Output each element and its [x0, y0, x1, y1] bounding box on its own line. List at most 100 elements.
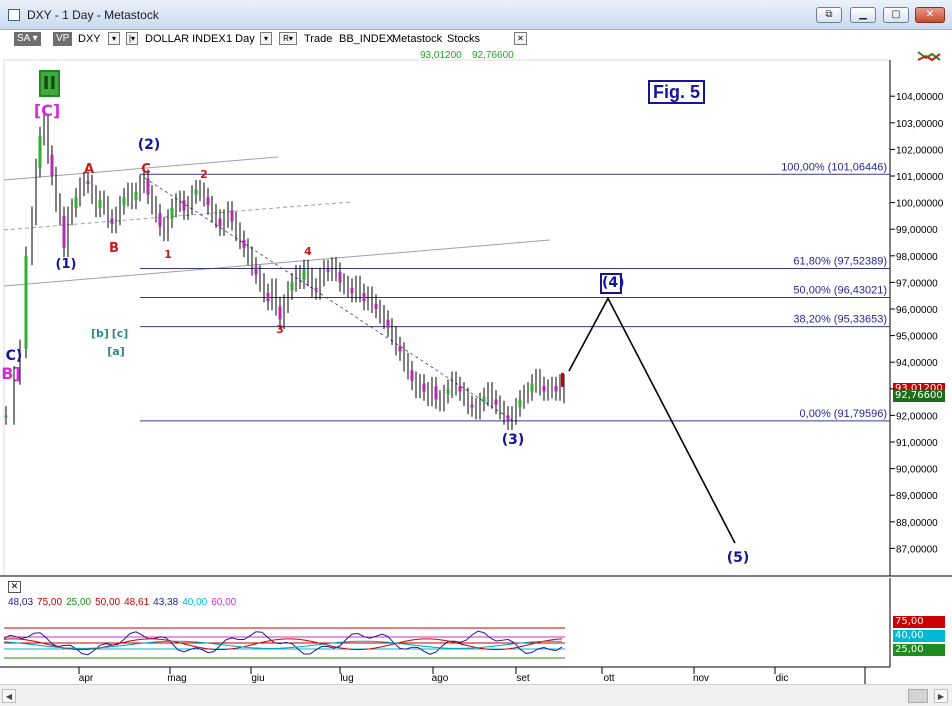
scroll-right-icon[interactable]: ▶ [934, 689, 948, 703]
y-tick-label: 96,00000 [896, 305, 938, 316]
fib-label: 61,80% (97,52389) [793, 255, 887, 267]
fib-label: 50,00% (96,43021) [793, 285, 887, 297]
wave-label: A [84, 162, 94, 177]
indicator-legend-value: 43,38 [153, 597, 179, 608]
oscillator-smooth-line [3, 640, 563, 649]
candle-body [74, 197, 78, 208]
candle-body [170, 207, 174, 219]
wave-label: 1 [164, 248, 172, 261]
wave-4-text: (4) [602, 275, 625, 291]
x-tick-label: set [516, 673, 530, 684]
indicator-legend-value: 48,03 [8, 597, 34, 608]
candle-body [242, 239, 246, 248]
wave-label: [c] [112, 327, 129, 340]
y-tick-label: 103,00000 [896, 119, 944, 130]
candle-body [194, 189, 198, 195]
indicator-close-icon[interactable]: ✕ [8, 581, 21, 593]
scroll-left-icon[interactable]: ◀ [2, 689, 16, 703]
candle-body [182, 199, 186, 211]
indicator-legend-value: 75,00 [37, 597, 63, 608]
candle-body [422, 383, 426, 392]
indicator-legend-value: 25,00 [66, 597, 92, 608]
wave-II-label: II [39, 70, 60, 97]
candle-body [290, 282, 294, 291]
indicator-legend-value: 40,00 [182, 597, 208, 608]
candle-body [326, 269, 330, 272]
wave-label: (5) [727, 550, 750, 566]
candle-body [302, 269, 306, 280]
wave-label: 3 [276, 323, 284, 336]
wave-label: [b] [91, 327, 109, 340]
scroll-thumb[interactable] [908, 689, 928, 703]
candle-body [398, 346, 402, 352]
candle-body [458, 386, 462, 392]
y-tick-label: 98,00000 [896, 252, 938, 263]
y-tick-label: 91,00000 [896, 438, 938, 449]
candle-body [386, 319, 390, 328]
x-axis-ticks: apr mag giu lug ago set ott nov dic [0, 666, 890, 684]
candle-body [554, 386, 558, 392]
wave-II-text: II [42, 73, 57, 94]
x-tick-label: lug [340, 673, 353, 684]
wave-label: (2) [138, 137, 161, 153]
candle-body [446, 388, 450, 395]
candle-body [62, 215, 66, 248]
y-tick-label: 99,00000 [896, 225, 938, 236]
indicator-label-40: 40,00 [893, 630, 945, 642]
candle-body [278, 306, 282, 320]
y-tick-label: 101,00000 [896, 172, 944, 183]
wave-label: 2 [200, 168, 208, 181]
x-tick-label: nov [693, 673, 709, 684]
candle-body [506, 415, 510, 421]
candle-body [410, 370, 414, 381]
y-tick-label: 94,00000 [896, 358, 938, 369]
candle-body [146, 178, 150, 195]
indicator-label-25: 25,00 [893, 644, 945, 656]
y-tick-label: 104,00000 [896, 92, 944, 103]
candle-body [350, 287, 354, 294]
candle-body [530, 383, 534, 392]
y-axis-ticks: 104,00000 103,00000 102,00000 101,00000 100,… [890, 92, 944, 555]
indicator-legend-value: 60,00 [211, 597, 237, 608]
candle-body [434, 386, 438, 400]
wave-label: C) [6, 348, 23, 364]
indicator-legend-value: 50,00 [95, 597, 121, 608]
fib-label: 0,00% (91,79596) [800, 408, 887, 420]
wave-label: [C] [34, 101, 60, 120]
fib-label: 100,00% (101,06446) [781, 161, 887, 173]
indicator-legend-value: 48,61 [124, 597, 150, 608]
x-tick-label: apr [79, 673, 94, 684]
x-tick-label: giu [251, 673, 264, 684]
wave-label: [a] [107, 345, 124, 358]
wave-label: B [109, 241, 119, 256]
candle-body [482, 396, 486, 403]
trend-arrow-icon[interactable] [917, 51, 941, 62]
candle-body [518, 399, 522, 408]
fibonacci-levels: 100,00% (101,06446) 61,80% (97,52389) 50,0… [140, 161, 890, 422]
last-candle-body [561, 372, 564, 387]
indicator-panel [3, 578, 891, 667]
x-tick-label: ago [432, 673, 449, 684]
x-tick-label: dic [776, 673, 789, 684]
candle-body [470, 404, 474, 408]
candle-body [338, 271, 342, 283]
candle-body [374, 303, 378, 309]
y-tick-label: 88,00000 [896, 518, 938, 529]
wave-label: (3) [502, 432, 525, 448]
indicator-legend: 48,03 75,00 25,00 50,00 48,61 43,38 40,00 60,00 [8, 597, 240, 608]
horizontal-scrollbar[interactable]: ◀ ▶ [0, 684, 952, 706]
candle-body [158, 213, 162, 227]
y-tick-label: 102,00000 [896, 145, 944, 156]
y-tick-label: 87,00000 [896, 544, 938, 555]
wave-4-label: (4) [600, 273, 625, 294]
candle-body [134, 191, 138, 200]
x-tick-label: ott [603, 673, 614, 684]
y-tick-label: 97,00000 [896, 278, 938, 289]
candle-body [38, 136, 42, 169]
trend-line-lower [3, 239, 551, 287]
y-tick-label: 100,00000 [896, 199, 944, 210]
candle-body [494, 399, 498, 405]
wave-label: 4 [304, 245, 312, 258]
candle-body [362, 293, 366, 302]
y-tick-label: 95,00000 [896, 332, 938, 343]
